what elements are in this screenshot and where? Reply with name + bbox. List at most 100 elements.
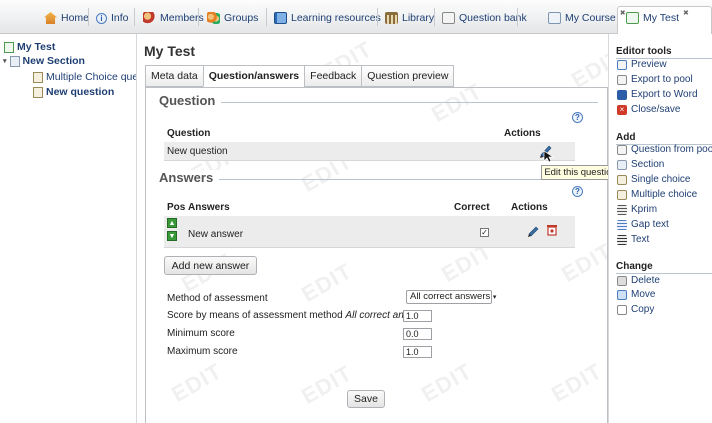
course-icon — [548, 12, 561, 24]
pool-icon — [617, 144, 627, 155]
tab-info[interactable]: i Info — [96, 9, 129, 27]
close-icon[interactable]: ✖ — [620, 9, 626, 17]
change-copy[interactable]: Copy — [617, 304, 654, 315]
answer-row-text: New answer — [188, 229, 244, 240]
add-text[interactable]: Text — [617, 234, 649, 245]
home-icon — [44, 12, 57, 24]
change-item-label: Copy — [631, 304, 655, 315]
answers-legend: Answers — [155, 170, 220, 185]
main-content: My Test Meta data Question/answers Feedb… — [137, 34, 608, 423]
help-icon[interactable]: ? — [572, 112, 583, 123]
min-score-label: Minimum score — [167, 328, 235, 339]
section-icon — [617, 159, 627, 170]
score-input[interactable]: 1.0 — [403, 310, 432, 322]
question-legend: Question — [155, 93, 222, 108]
tab-learning-resources[interactable]: Learning resources — [274, 9, 381, 27]
tab-separator — [434, 8, 435, 26]
min-score-input[interactable]: 0.0 — [403, 328, 432, 340]
tree-item-label: New question — [46, 86, 115, 98]
tree-section[interactable]: ▾ New Section — [3, 55, 85, 67]
tab-members[interactable]: Members — [143, 9, 204, 27]
mouse-cursor-icon — [543, 150, 555, 163]
course-tree: My Test ▾ New Section Multiple Choice qu… — [0, 34, 137, 423]
tool-export-pool[interactable]: Export to pool — [617, 74, 693, 85]
collapse-icon[interactable]: ▾ — [3, 57, 7, 65]
method-value: All correct answers — [410, 291, 491, 302]
score-label: Score by means of assessment method All … — [167, 310, 430, 321]
add-question-from-pool[interactable]: Question from pool — [617, 144, 712, 155]
tab-question-bank[interactable]: Question bank — [442, 9, 527, 27]
top-navigation: Home i Info Members Groups Learning reso… — [0, 0, 712, 35]
add-item-label: Question from pool — [631, 144, 712, 155]
correct-column-header: Correct — [454, 202, 490, 213]
add-multiple-choice[interactable]: Multiple choice — [617, 189, 697, 200]
tab-question-answers[interactable]: Question/answers — [202, 65, 305, 87]
tool-export-word-label: Export to Word — [631, 89, 698, 100]
tool-close-save[interactable]: × Close/save — [617, 104, 680, 115]
tab-my-course-label: My Course — [565, 12, 616, 24]
tree-item-selected[interactable]: New question — [33, 86, 114, 98]
delete-icon[interactable] — [545, 223, 559, 237]
method-label: Method of assessment — [167, 293, 268, 304]
question-icon — [33, 86, 43, 98]
multiple-choice-icon — [617, 189, 627, 200]
move-icon — [617, 289, 627, 300]
change-delete[interactable]: Delete — [617, 275, 660, 286]
add-item-label: Section — [631, 159, 665, 170]
tab-my-test[interactable]: My Test ✖ — [626, 9, 689, 27]
book-icon — [274, 12, 287, 24]
tree-item[interactable]: Multiple Choice quest — [33, 71, 137, 83]
tree-item-label: Multiple Choice quest — [46, 71, 137, 83]
change-move[interactable]: Move — [617, 289, 655, 300]
word-icon — [617, 89, 627, 100]
change-item-label: Delete — [631, 275, 660, 286]
tree-root-label: My Test — [17, 41, 56, 53]
help-icon[interactable]: ? — [572, 186, 583, 197]
move-down-icon[interactable]: ▼ — [167, 231, 177, 241]
tab-my-test-label: My Test — [643, 12, 679, 24]
save-button[interactable]: Save — [347, 390, 385, 408]
fieldset-border — [155, 179, 598, 180]
tab-meta-data[interactable]: Meta data — [145, 65, 203, 87]
delete-icon — [617, 275, 627, 286]
add-single-choice[interactable]: Single choice — [617, 174, 690, 185]
actions-column-header: Actions — [511, 202, 548, 213]
tool-export-pool-label: Export to pool — [631, 74, 693, 85]
copy-icon — [617, 304, 627, 315]
score-label-prefix: Score by means of assessment method — [167, 310, 346, 321]
tab-separator — [377, 8, 378, 26]
tool-export-word[interactable]: Export to Word — [617, 89, 698, 100]
tree-section-label: New Section — [22, 55, 85, 67]
preview-icon — [617, 59, 627, 70]
kprim-icon — [617, 204, 627, 215]
tab-home-label: Home — [61, 12, 90, 24]
tab-library[interactable]: Library — [385, 9, 434, 27]
add-kprim[interactable]: Kprim — [617, 204, 657, 215]
text-icon — [617, 234, 627, 245]
tab-feedback[interactable]: Feedback — [304, 65, 362, 87]
correct-checkbox[interactable]: ✓ — [480, 228, 489, 237]
tree-root[interactable]: My Test — [4, 41, 55, 53]
tab-my-course[interactable]: My Course ✖ — [548, 9, 626, 27]
tab-groups[interactable]: Groups — [207, 9, 258, 27]
edit-icon[interactable] — [526, 224, 540, 238]
max-score-input[interactable]: 1.0 — [403, 346, 432, 358]
method-select[interactable]: All correct answers ▾ — [406, 290, 496, 304]
gap-text-icon — [617, 219, 627, 230]
members-icon — [143, 12, 156, 24]
max-score-label: Maximum score — [167, 346, 238, 357]
add-answer-button[interactable]: Add new answer — [164, 256, 257, 275]
test-icon — [626, 12, 639, 24]
tab-question-preview[interactable]: Question preview — [361, 65, 455, 87]
add-item-label: Text — [631, 234, 650, 245]
close-icon[interactable]: ✖ — [683, 9, 689, 17]
tool-preview[interactable]: Preview — [617, 59, 667, 70]
add-gap-text[interactable]: Gap text — [617, 219, 669, 230]
add-section[interactable]: Section — [617, 159, 664, 170]
tab-home[interactable]: Home — [44, 9, 89, 27]
editor-panel: Question ? Question Actions New question… — [145, 87, 608, 423]
move-up-icon[interactable]: ▲ — [167, 218, 177, 228]
test-icon — [4, 41, 14, 53]
pos-column-header: Pos — [167, 202, 186, 213]
question-bank-icon — [442, 12, 455, 24]
